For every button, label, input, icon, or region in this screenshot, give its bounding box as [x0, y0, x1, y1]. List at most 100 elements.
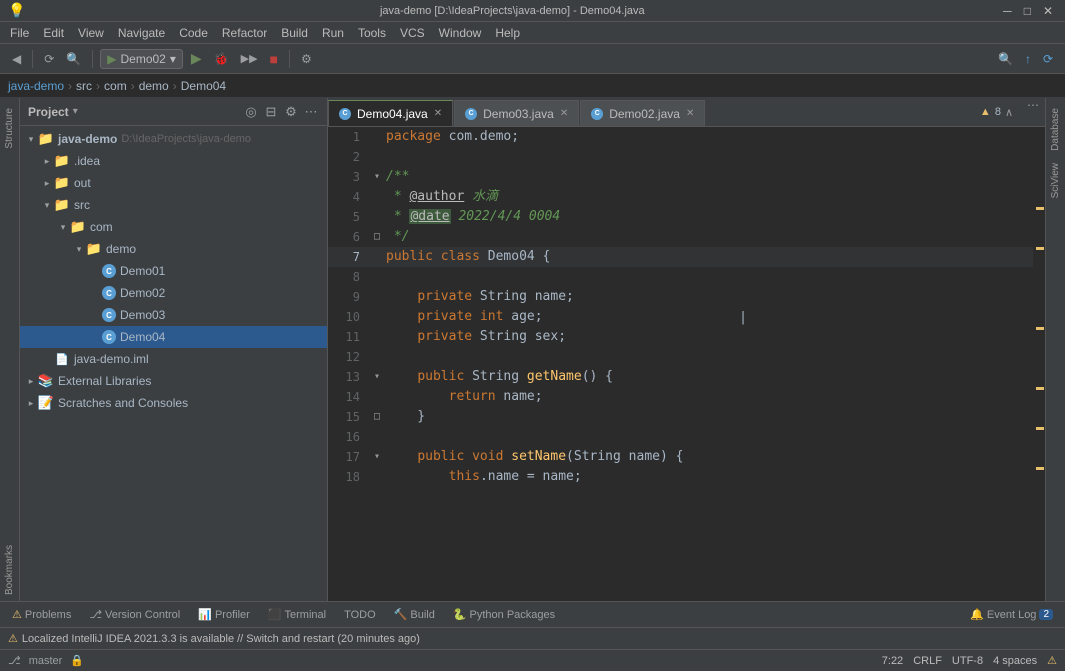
more-options-icon[interactable]: ⋯	[303, 104, 319, 120]
menu-item-help[interactable]: Help	[489, 24, 526, 42]
stop-button[interactable]: ■	[266, 49, 282, 69]
search-everywhere-icon[interactable]: 🔍	[62, 50, 85, 68]
chevron-down-icon[interactable]: ▾	[73, 106, 78, 117]
encoding[interactable]: UTF-8	[952, 655, 983, 667]
warnings-icon[interactable]: ⚠	[1047, 654, 1057, 667]
database-panel-button[interactable]: Database	[1048, 102, 1063, 157]
line-separator[interactable]: CRLF	[913, 655, 942, 667]
bottom-tool-tabs: ⚠ Problems ⎇ Version Control 📊 Profiler …	[0, 601, 1065, 627]
code-line-15: 15 □ }	[328, 407, 1033, 427]
structure-panel-button[interactable]: Structure	[2, 102, 17, 155]
code-line-6: 6 □ */	[328, 227, 1033, 247]
bc-demo[interactable]: demo	[139, 79, 169, 93]
bc-project[interactable]: java-demo	[8, 79, 64, 93]
tree-item-ext-libs[interactable]: ▸ 📚 External Libraries	[20, 370, 327, 392]
menu-bar: File Edit View Navigate Code Refactor Bu…	[0, 22, 1065, 44]
menu-item-build[interactable]: Build	[275, 24, 314, 42]
expand-arrow: ▸	[40, 176, 54, 190]
tab-close-icon[interactable]: ✕	[686, 108, 694, 119]
status-bar: ⎇ master 🔒 7:22 CRLF UTF-8 4 spaces ⚠	[0, 649, 1065, 671]
problems-tab[interactable]: ⚠ Problems	[4, 605, 79, 624]
maximize-button[interactable]: □	[1020, 4, 1035, 18]
run-with-coverage-button[interactable]: ▶▶	[237, 50, 262, 67]
tree-item-out[interactable]: ▸ 📁 out	[20, 172, 327, 194]
python-packages-tab[interactable]: 🐍 Python Packages	[445, 605, 563, 624]
menu-item-window[interactable]: Window	[433, 24, 488, 42]
indent-setting[interactable]: 4 spaces	[993, 655, 1037, 667]
file-tree: ▾ 📁 java-demo D:\IdeaProjects\java-demo …	[20, 126, 327, 601]
bc-demo04[interactable]: Demo04	[181, 79, 226, 93]
warn-stripe-5	[1036, 427, 1044, 430]
tabs-more-icon[interactable]: ⋯	[1021, 98, 1045, 126]
tree-item-demo[interactable]: ▾ 📁 demo	[20, 238, 327, 260]
menu-item-run[interactable]: Run	[316, 24, 350, 42]
gear-icon[interactable]: ⚙	[283, 104, 299, 120]
tab-demo02[interactable]: C Demo02.java ✕	[580, 100, 705, 126]
back-icon[interactable]: ◀	[8, 50, 25, 68]
tree-item-src[interactable]: ▾ 📁 src	[20, 194, 327, 216]
event-log-tab[interactable]: 🔔 Event Log 2	[962, 605, 1061, 624]
profiler-tab[interactable]: 📊 Profiler	[190, 605, 258, 624]
folder-icon: 📁	[70, 219, 86, 235]
menu-item-code[interactable]: Code	[173, 24, 214, 42]
git-branch[interactable]: master	[29, 655, 63, 667]
menu-item-edit[interactable]: Edit	[37, 24, 70, 42]
code-line-2: 2	[328, 147, 1033, 167]
java-icon: C	[465, 108, 477, 120]
git-icon: ⎇	[8, 654, 21, 667]
menu-item-tools[interactable]: Tools	[352, 24, 392, 42]
menu-item-refactor[interactable]: Refactor	[216, 24, 273, 42]
code-line-11: 11 private String sex;	[328, 327, 1033, 347]
tab-close-icon[interactable]: ✕	[434, 108, 442, 119]
collapse-all-icon[interactable]: ⊟	[263, 104, 279, 120]
close-button[interactable]: ✕	[1039, 4, 1057, 18]
tree-item-iml[interactable]: ▸ 📄 java-demo.iml	[20, 348, 327, 370]
scratch-icon: 📝	[38, 395, 54, 411]
title-left: 💡	[8, 2, 25, 19]
version-control-tab[interactable]: ⎇ Version Control	[81, 605, 188, 624]
bookmarks-panel-button[interactable]: Bookmarks	[2, 539, 17, 601]
menu-item-view[interactable]: View	[72, 24, 110, 42]
locate-icon[interactable]: ◎	[243, 104, 259, 120]
settings-icon[interactable]: ⚙	[297, 50, 316, 68]
update-icon[interactable]: ↑	[1021, 50, 1035, 68]
run-button[interactable]: ▶	[187, 48, 206, 69]
tree-item-scratches[interactable]: ▸ 📝 Scratches and Consoles	[20, 392, 327, 414]
tab-demo04[interactable]: C Demo04.java ✕	[328, 100, 453, 126]
error-indicator[interactable]: ▲ 8 ∧	[972, 98, 1021, 126]
tree-item-com[interactable]: ▾ 📁 com	[20, 216, 327, 238]
menu-item-vcs[interactable]: VCS	[394, 24, 431, 42]
expand-arrow: ▾	[72, 242, 86, 256]
bc-src[interactable]: src	[76, 79, 92, 93]
menu-item-navigate[interactable]: Navigate	[112, 24, 171, 42]
bc-com[interactable]: com	[104, 79, 127, 93]
share-icon[interactable]: ⟳	[1039, 50, 1057, 68]
notification-icon: 🔔	[970, 608, 984, 621]
breadcrumb: java-demo › src › com › demo › Demo04	[0, 74, 1065, 98]
code-editor[interactable]: 1 package com.demo; 2 3 ▾ /**	[328, 127, 1033, 601]
tree-item-java-demo[interactable]: ▾ 📁 java-demo D:\IdeaProjects\java-demo	[20, 128, 327, 150]
config-label: Demo02	[120, 52, 165, 66]
sciview-panel-button[interactable]: SciView	[1048, 157, 1063, 204]
menu-item-file[interactable]: File	[4, 24, 35, 42]
cursor-position[interactable]: 7:22	[882, 655, 903, 667]
tab-demo03[interactable]: C Demo03.java ✕	[454, 100, 579, 126]
code-line-5: 5 * @date 2022/4/4 0004	[328, 207, 1033, 227]
debug-button[interactable]: 🐞	[210, 50, 233, 68]
tree-item-demo04[interactable]: ▸ C Demo04	[20, 326, 327, 348]
text-cursor: |	[739, 310, 747, 325]
tree-item-demo02[interactable]: ▸ C Demo02	[20, 282, 327, 304]
build-tab[interactable]: 🔨 Build	[386, 605, 443, 624]
tree-item-demo03[interactable]: ▸ C Demo03	[20, 304, 327, 326]
tree-item-demo01[interactable]: ▸ C Demo01	[20, 260, 327, 282]
search-icon[interactable]: 🔍	[994, 50, 1017, 68]
run-config-dropdown[interactable]: ▶ Demo02 ▾	[100, 49, 183, 69]
expand-icon: ∧	[1005, 106, 1013, 119]
todo-tab[interactable]: TODO	[336, 606, 384, 624]
sync-icon[interactable]: ⟳	[40, 50, 58, 68]
minimize-button[interactable]: ─	[999, 4, 1016, 18]
tree-item-idea[interactable]: ▸ 📁 .idea	[20, 150, 327, 172]
terminal-tab[interactable]: ⬛ Terminal	[260, 605, 334, 624]
chevron-down-icon: ▾	[170, 52, 176, 66]
tab-close-icon[interactable]: ✕	[560, 108, 568, 119]
